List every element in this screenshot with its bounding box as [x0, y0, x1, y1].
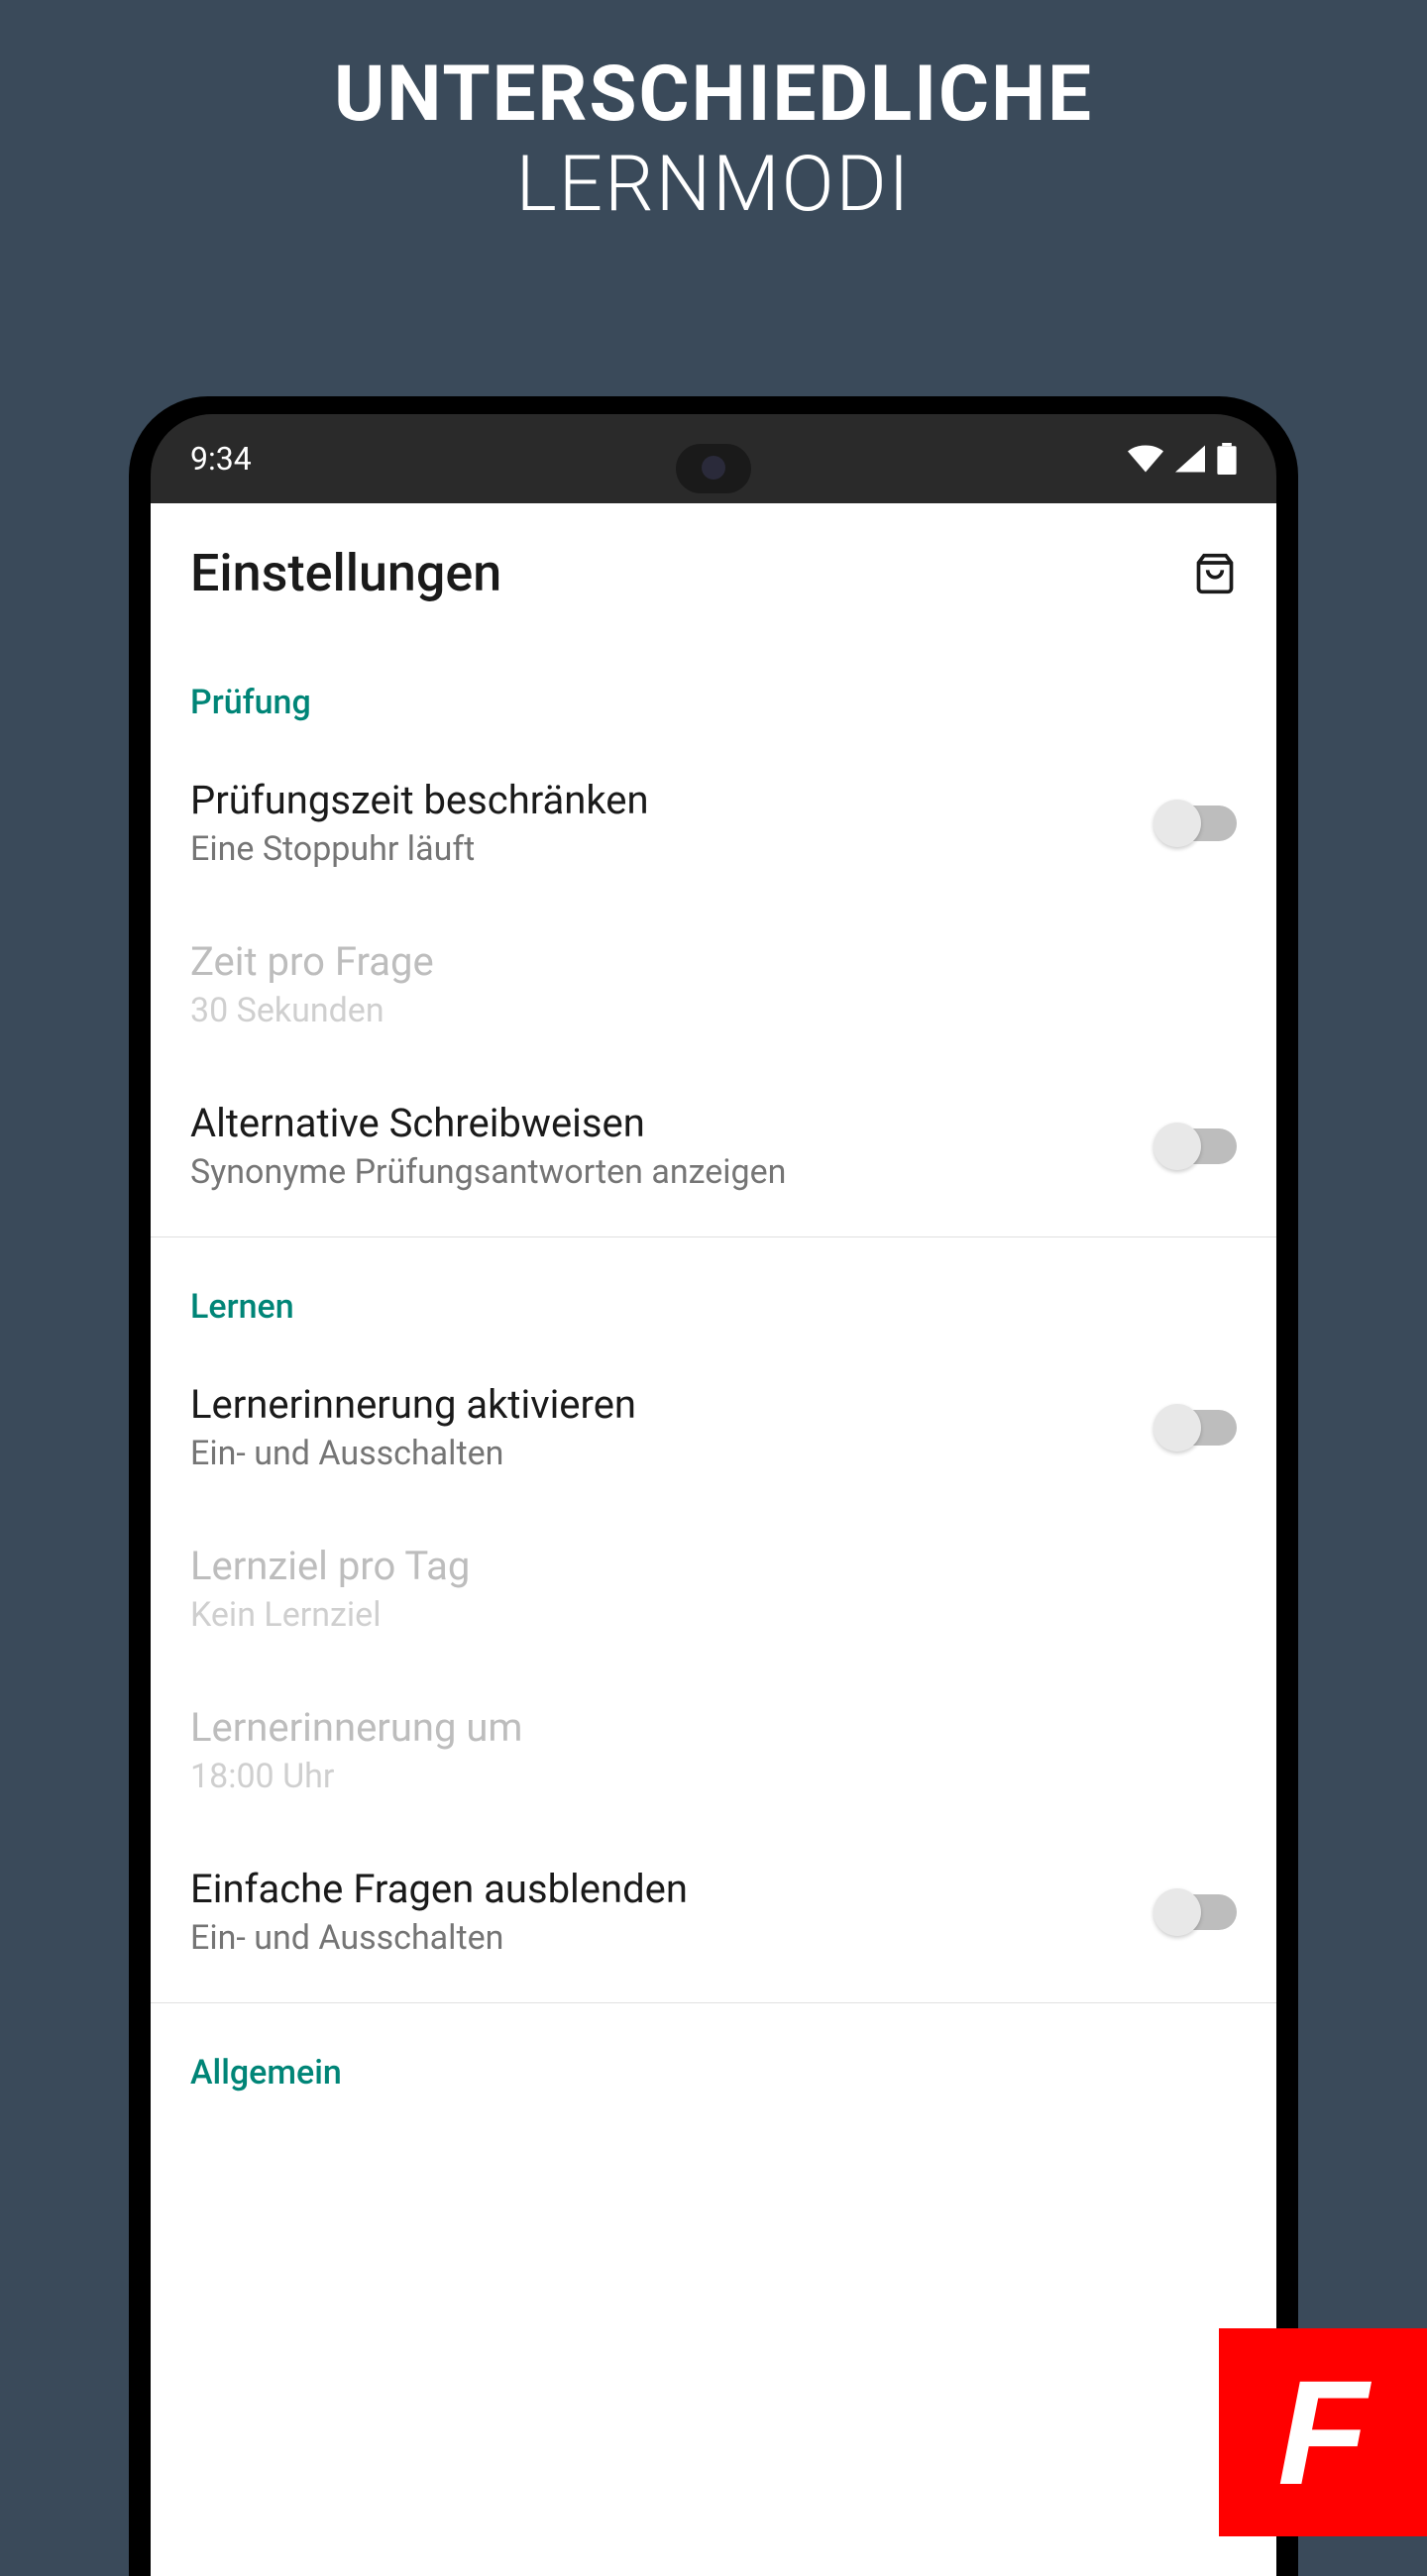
setting-zeit-pro-frage: Zeit pro Frage 30 Sekunden	[151, 904, 1276, 1065]
section-header-allgemein: Allgemein	[151, 2003, 1276, 2112]
section-header-lernen: Lernen	[151, 1237, 1276, 1346]
setting-title: Lernerinnerung um	[190, 1704, 1237, 1751]
setting-lernziel-pro-tag: Lernziel pro Tag Kein Lernziel	[151, 1508, 1276, 1669]
setting-subtitle: Ein- und Ausschalten	[190, 1918, 1138, 1958]
promo-title-line2: LERNMODI	[0, 140, 1427, 230]
setting-subtitle: 30 Sekunden	[190, 991, 1237, 1030]
toggle-alternative-schreibweisen[interactable]	[1157, 1128, 1237, 1164]
setting-title: Alternative Schreibweisen	[190, 1100, 1138, 1146]
battery-icon	[1217, 443, 1237, 475]
phone-frame: 9:34 Einstellungen Prüfung Prüfungszeit …	[129, 396, 1298, 2576]
setting-lernerinnerung-um: Lernerinnerung um 18:00 Uhr	[151, 1669, 1276, 1831]
section-header-pruefung: Prüfung	[151, 633, 1276, 742]
setting-einfache-fragen[interactable]: Einfache Fragen ausblenden Ein- und Auss…	[151, 1831, 1276, 1992]
setting-title: Zeit pro Frage	[190, 938, 1237, 985]
toggle-lernerinnerung[interactable]	[1157, 1410, 1237, 1446]
setting-subtitle: Eine Stoppuhr läuft	[190, 829, 1138, 869]
wifi-icon	[1128, 445, 1163, 473]
setting-subtitle: Synonyme Prüfungsantworten anzeigen	[190, 1152, 1138, 1192]
promo-title-line1: UNTERSCHIEDLICHE	[0, 50, 1427, 140]
setting-title: Prüfungszeit beschränken	[190, 777, 1138, 823]
page-title: Einstellungen	[190, 543, 501, 603]
status-icons	[1128, 443, 1237, 475]
phone-screen: 9:34 Einstellungen Prüfung Prüfungszeit …	[151, 414, 1276, 2576]
setting-subtitle: 18:00 Uhr	[190, 1757, 1237, 1796]
setting-title: Lernziel pro Tag	[190, 1543, 1237, 1589]
setting-title: Lernerinnerung aktivieren	[190, 1381, 1138, 1428]
corner-badge-letter: F	[1277, 2347, 1369, 2519]
app-content: Einstellungen Prüfung Prüfungszeit besch…	[151, 503, 1276, 2576]
setting-subtitle: Kein Lernziel	[190, 1595, 1237, 1635]
setting-alternative-schreibweisen[interactable]: Alternative Schreibweisen Synonyme Prüfu…	[151, 1065, 1276, 1227]
promo-header: UNTERSCHIEDLICHE LERNMODI	[0, 0, 1427, 230]
setting-title: Einfache Fragen ausblenden	[190, 1866, 1138, 1912]
status-time: 9:34	[190, 440, 252, 478]
setting-pruefungszeit[interactable]: Prüfungszeit beschränken Eine Stoppuhr l…	[151, 742, 1276, 904]
toggle-pruefungszeit[interactable]	[1157, 805, 1237, 841]
toggle-einfache-fragen[interactable]	[1157, 1894, 1237, 1930]
phone-notch	[676, 444, 751, 493]
signal-icon	[1175, 445, 1205, 473]
shopping-bag-icon[interactable]	[1193, 552, 1237, 595]
setting-subtitle: Ein- und Ausschalten	[190, 1434, 1138, 1473]
setting-lernerinnerung-aktivieren[interactable]: Lernerinnerung aktivieren Ein- und Aussc…	[151, 1346, 1276, 1508]
corner-badge: F	[1219, 2328, 1427, 2536]
app-header: Einstellungen	[151, 503, 1276, 633]
